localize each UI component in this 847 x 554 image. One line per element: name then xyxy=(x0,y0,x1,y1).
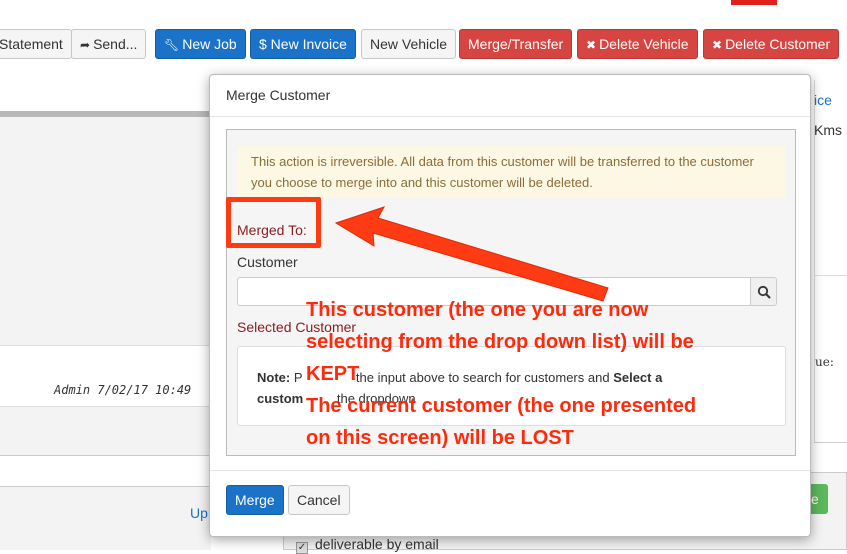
share-arrow-icon: ➦ xyxy=(80,38,91,52)
modal-title: Merge Customer xyxy=(226,87,331,103)
new-job-label: New Job xyxy=(182,36,237,52)
statement-button[interactable]: Statement xyxy=(0,29,72,59)
merge-transfer-button[interactable]: Merge/Transfer xyxy=(459,29,573,59)
send-button[interactable]: ➦ Send... xyxy=(71,29,147,59)
annotation-highlight-box xyxy=(226,197,321,248)
wrench-icon: 🔧︎ xyxy=(164,38,180,52)
times-icon: ✖ xyxy=(586,38,597,52)
history-entry: Admin 7/02/17 10:49 xyxy=(54,383,192,397)
merge-transfer-label: Merge/Transfer xyxy=(468,36,564,52)
merge-button[interactable]: Merge xyxy=(226,485,284,515)
new-invoice-button[interactable]: $ New Invoice xyxy=(250,29,356,59)
delete-vehicle-label: Delete Vehicle xyxy=(599,36,689,52)
background-panel xyxy=(0,486,211,550)
new-job-button[interactable]: 🔧︎ New Job xyxy=(155,29,246,59)
annotation-text: This customer (the one you are now selec… xyxy=(306,299,697,449)
delete-vehicle-button[interactable]: ✖ Delete Vehicle xyxy=(577,29,698,59)
customer-label: Customer xyxy=(237,254,298,270)
save-button[interactable]: e xyxy=(808,484,828,514)
invoice-link[interactable]: ice xyxy=(814,92,832,108)
value-label: ue: xyxy=(815,355,834,369)
update-link[interactable]: Up xyxy=(190,505,208,521)
note-bold: Note: xyxy=(257,370,291,385)
new-vehicle-button[interactable]: New Vehicle xyxy=(361,29,457,59)
delete-customer-label: Delete Customer xyxy=(725,36,831,52)
send-label: Send... xyxy=(93,36,138,52)
statement-label: Statement xyxy=(0,36,63,52)
deliverable-email-checkbox[interactable]: ✓ deliverable by email xyxy=(296,536,439,554)
divider xyxy=(815,275,847,276)
divider xyxy=(0,455,211,456)
background-panel xyxy=(0,117,211,345)
new-vehicle-label: New Vehicle xyxy=(370,36,448,52)
new-invoice-label: $ New Invoice xyxy=(259,36,347,52)
modal-footer-divider xyxy=(210,470,810,471)
cancel-button[interactable]: Cancel xyxy=(288,485,350,515)
modal-header-divider xyxy=(210,116,810,117)
note-text: P xyxy=(293,370,303,385)
kms-label: Kms xyxy=(814,122,842,138)
history-row xyxy=(0,345,211,407)
times-icon: ✖ xyxy=(712,38,723,52)
divider xyxy=(814,442,847,443)
top-red-marker xyxy=(731,0,777,5)
delete-customer-button[interactable]: ✖ Delete Customer xyxy=(703,29,840,59)
note-bold: custom xyxy=(257,391,304,406)
checkbox-icon: ✓ xyxy=(296,542,308,554)
irreversible-warning: This action is irreversible. All data fr… xyxy=(237,146,786,198)
background-panel xyxy=(0,407,211,455)
